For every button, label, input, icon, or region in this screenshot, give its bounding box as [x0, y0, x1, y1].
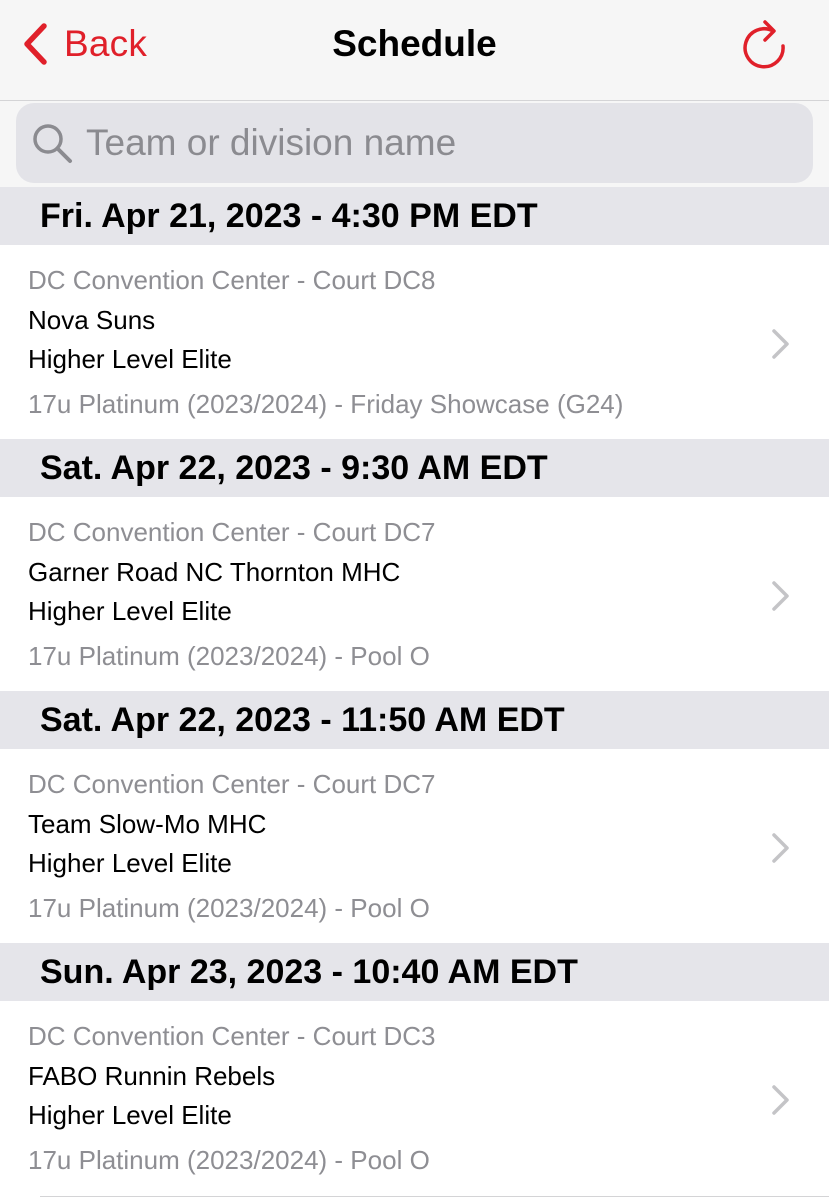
club-name: Higher Level Elite — [28, 848, 232, 878]
game-row[interactable]: DC Convention Center - Court DC7 Garner … — [0, 497, 829, 691]
division-label: 17u Platinum (2023/2024) - Pool O — [28, 1145, 430, 1175]
chevron-right-icon — [768, 1083, 792, 1117]
club-name: Higher Level Elite — [28, 344, 232, 374]
divider — [40, 1196, 829, 1197]
section-header-date: Sat. Apr 22, 2023 - 11:50 AM EDT — [0, 691, 829, 749]
division-label: 17u Platinum (2023/2024) - Pool O — [28, 641, 430, 671]
chevron-right-icon — [768, 831, 792, 865]
game-row[interactable]: DC Convention Center - Court DC3 FABO Ru… — [0, 1001, 829, 1195]
venue-label: DC Convention Center - Court DC3 — [28, 1021, 436, 1051]
chevron-right-icon — [768, 579, 792, 613]
section-header-date: Sun. Apr 23, 2023 - 10:40 AM EDT — [0, 943, 829, 1001]
search-bar-container — [0, 101, 829, 187]
schedule-list: Fri. Apr 21, 2023 - 4:30 PM EDT DC Conve… — [0, 187, 829, 1195]
team-name: FABO Runnin Rebels — [28, 1061, 276, 1091]
division-label: 17u Platinum (2023/2024) - Friday Showca… — [28, 389, 624, 419]
navigation-bar: Back Schedule — [0, 0, 829, 101]
refresh-icon — [736, 20, 792, 76]
venue-label: DC Convention Center - Court DC7 — [28, 769, 436, 799]
team-name: Garner Road NC Thornton MHC — [28, 557, 401, 587]
team-name: Team Slow-Mo MHC — [28, 809, 267, 839]
club-name: Higher Level Elite — [28, 1100, 232, 1130]
team-name: Nova Suns — [28, 305, 156, 335]
club-name: Higher Level Elite — [28, 596, 232, 626]
chevron-right-icon — [768, 327, 792, 361]
search-input[interactable] — [84, 121, 788, 165]
venue-label: DC Convention Center - Court DC7 — [28, 517, 436, 547]
game-row[interactable]: DC Convention Center - Court DC8 Nova Su… — [0, 245, 829, 439]
game-row[interactable]: DC Convention Center - Court DC7 Team Sl… — [0, 749, 829, 943]
section-header-date: Sat. Apr 22, 2023 - 9:30 AM EDT — [0, 439, 829, 497]
refresh-button[interactable] — [736, 16, 792, 72]
division-label: 17u Platinum (2023/2024) - Pool O — [28, 893, 430, 923]
venue-label: DC Convention Center - Court DC8 — [28, 265, 436, 295]
search-icon — [30, 121, 74, 165]
page-title: Schedule — [332, 23, 497, 64]
search-bar[interactable] — [16, 103, 813, 183]
section-header-date: Fri. Apr 21, 2023 - 4:30 PM EDT — [0, 187, 829, 245]
